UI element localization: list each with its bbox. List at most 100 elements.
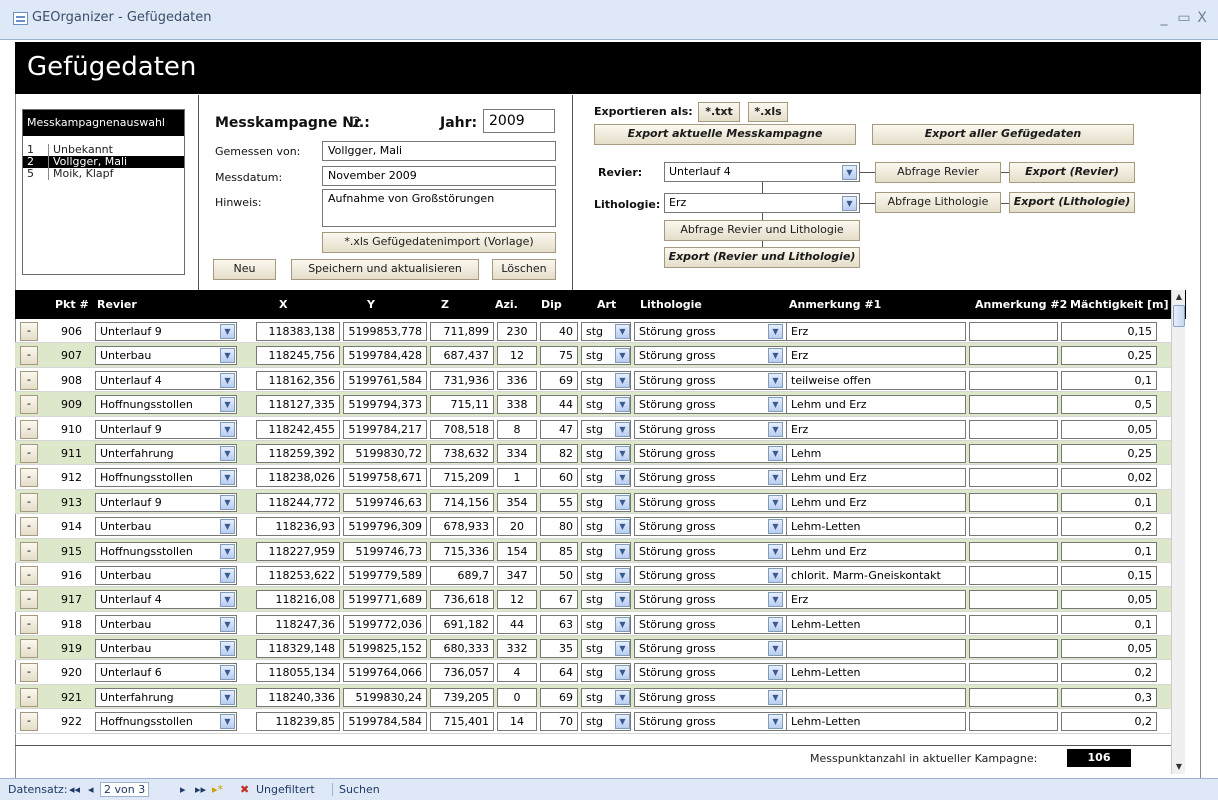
chevron-down-icon[interactable]: ▼	[220, 470, 235, 486]
chevron-down-icon[interactable]: ▼	[768, 470, 783, 486]
chevron-down-icon[interactable]: ▼	[220, 445, 235, 461]
m-cell[interactable]: 0,05	[1061, 639, 1157, 659]
x-cell[interactable]: 118247,36	[256, 614, 340, 634]
a2-cell[interactable]	[969, 322, 1058, 341]
azi-cell[interactable]: 44	[497, 614, 537, 634]
a1-cell[interactable]	[786, 687, 966, 707]
chevron-down-icon[interactable]: ▼	[768, 567, 783, 583]
azi-cell[interactable]: 12	[497, 346, 537, 366]
m-cell[interactable]: 0,25	[1061, 346, 1157, 366]
azi-cell[interactable]: 338	[497, 395, 537, 415]
chevron-down-icon[interactable]: ▼	[768, 324, 783, 339]
x-cell[interactable]: 118240,336	[256, 687, 340, 707]
save-update-button[interactable]: Speichern und aktualisieren	[291, 259, 479, 280]
z-cell[interactable]: 715,336	[430, 541, 494, 561]
delete-row-button[interactable]: -	[20, 395, 38, 415]
x-cell[interactable]: 118239,85	[256, 712, 340, 732]
m-cell[interactable]: 0,2	[1061, 517, 1157, 537]
chevron-down-icon[interactable]: ▼	[220, 543, 235, 559]
y-cell[interactable]: 5199784,428	[343, 346, 427, 366]
chevron-down-icon[interactable]: ▼	[768, 519, 783, 535]
revier-cell[interactable]: Hoffnungsstollen	[95, 541, 237, 561]
chevron-down-icon[interactable]: ▼	[615, 421, 630, 437]
z-cell[interactable]: 714,156	[430, 492, 494, 512]
record-position-field[interactable]: 2 von 3	[100, 782, 150, 797]
chevron-down-icon[interactable]: ▼	[220, 519, 235, 535]
close-button[interactable]: X	[1193, 10, 1211, 26]
chevron-down-icon[interactable]: ▼	[615, 348, 630, 364]
chevron-down-icon[interactable]: ▼	[768, 689, 783, 705]
delete-row-button[interactable]: -	[20, 663, 38, 683]
query-revier-lithology-button[interactable]: Abfrage Revier und Lithologie	[664, 220, 860, 241]
azi-cell[interactable]: 14	[497, 712, 537, 732]
a2-cell[interactable]	[969, 419, 1058, 439]
new-record-icon[interactable]: ▸*	[212, 783, 223, 796]
azi-cell[interactable]: 347	[497, 565, 537, 585]
a1-cell[interactable]: teilweise offen	[786, 370, 966, 390]
y-cell[interactable]: 5199771,689	[343, 590, 427, 610]
a2-cell[interactable]	[969, 687, 1058, 707]
chevron-down-icon[interactable]: ▼	[220, 689, 235, 705]
y-cell[interactable]: 5199746,73	[343, 541, 427, 561]
chevron-down-icon[interactable]: ▼	[768, 445, 783, 461]
dip-cell[interactable]: 60	[540, 468, 578, 488]
export-lithology-button[interactable]: Export (Lithologie)	[1009, 192, 1135, 213]
vertical-scrollbar[interactable]: ▲ ▼	[1171, 290, 1185, 774]
x-cell[interactable]: 118216,08	[256, 590, 340, 610]
z-cell[interactable]: 736,057	[430, 663, 494, 683]
a2-cell[interactable]	[969, 712, 1058, 732]
x-cell[interactable]: 118055,134	[256, 663, 340, 683]
chevron-down-icon[interactable]: ▼	[768, 641, 783, 657]
revier-cell[interactable]: Unterlauf 9	[95, 419, 237, 439]
chevron-down-icon[interactable]: ▼	[768, 348, 783, 364]
a2-cell[interactable]	[969, 346, 1058, 366]
dip-cell[interactable]: 67	[540, 590, 578, 610]
z-cell[interactable]: 739,205	[430, 687, 494, 707]
chevron-down-icon[interactable]: ▼	[220, 665, 235, 681]
delete-row-button[interactable]: -	[20, 492, 38, 512]
azi-cell[interactable]: 230	[497, 322, 537, 341]
x-cell[interactable]: 118329,148	[256, 639, 340, 659]
lithology-filter-select[interactable]: Erz ▼	[664, 193, 860, 213]
chevron-down-icon[interactable]: ▼	[220, 592, 235, 608]
scroll-thumb[interactable]	[1173, 305, 1185, 327]
a2-cell[interactable]	[969, 370, 1058, 390]
revier-cell[interactable]: Unterlauf 9	[95, 322, 237, 341]
chevron-down-icon[interactable]: ▼	[220, 372, 235, 388]
campaign-listbox[interactable]: Messkampagnenauswahl 1 Unbekannt 2 Vollgge…	[22, 109, 185, 275]
chevron-down-icon[interactable]: ▼	[768, 543, 783, 559]
a2-cell[interactable]	[969, 590, 1058, 610]
dip-cell[interactable]: 40	[540, 322, 578, 341]
a2-cell[interactable]	[969, 565, 1058, 585]
a1-cell[interactable]: Lehm und Erz	[786, 492, 966, 512]
dip-cell[interactable]: 69	[540, 687, 578, 707]
z-cell[interactable]: 687,437	[430, 346, 494, 366]
x-cell[interactable]: 118259,392	[256, 443, 340, 463]
chevron-down-icon[interactable]: ▼	[615, 324, 630, 339]
m-cell[interactable]: 0,1	[1061, 370, 1157, 390]
y-cell[interactable]: 5199796,309	[343, 517, 427, 537]
a1-cell[interactable]: chlorit. Marm-Gneiskontakt	[786, 565, 966, 585]
y-cell[interactable]: 5199794,373	[343, 395, 427, 415]
chevron-down-icon[interactable]: ▼	[768, 616, 783, 632]
revier-cell[interactable]: Unterbau	[95, 517, 237, 537]
z-cell[interactable]: 680,333	[430, 639, 494, 659]
a2-cell[interactable]	[969, 639, 1058, 659]
search-field[interactable]: Suchen	[332, 783, 380, 796]
revier-cell[interactable]: Unterbau	[95, 565, 237, 585]
chevron-down-icon[interactable]: ▼	[615, 714, 630, 730]
y-cell[interactable]: 5199779,589	[343, 565, 427, 585]
x-cell[interactable]: 118162,356	[256, 370, 340, 390]
a2-cell[interactable]	[969, 395, 1058, 415]
azi-cell[interactable]: 334	[497, 443, 537, 463]
delete-row-button[interactable]: -	[20, 370, 38, 390]
chevron-down-icon[interactable]: ▼	[768, 421, 783, 437]
dip-cell[interactable]: 69	[540, 370, 578, 390]
a1-cell[interactable]: Erz	[786, 419, 966, 439]
scroll-down-icon[interactable]: ▼	[1172, 760, 1186, 774]
maximize-button[interactable]: ▭	[1175, 10, 1193, 26]
chevron-down-icon[interactable]: ▼	[768, 372, 783, 388]
x-cell[interactable]: 118127,335	[256, 395, 340, 415]
delete-row-button[interactable]: -	[20, 639, 38, 659]
azi-cell[interactable]: 1	[497, 468, 537, 488]
